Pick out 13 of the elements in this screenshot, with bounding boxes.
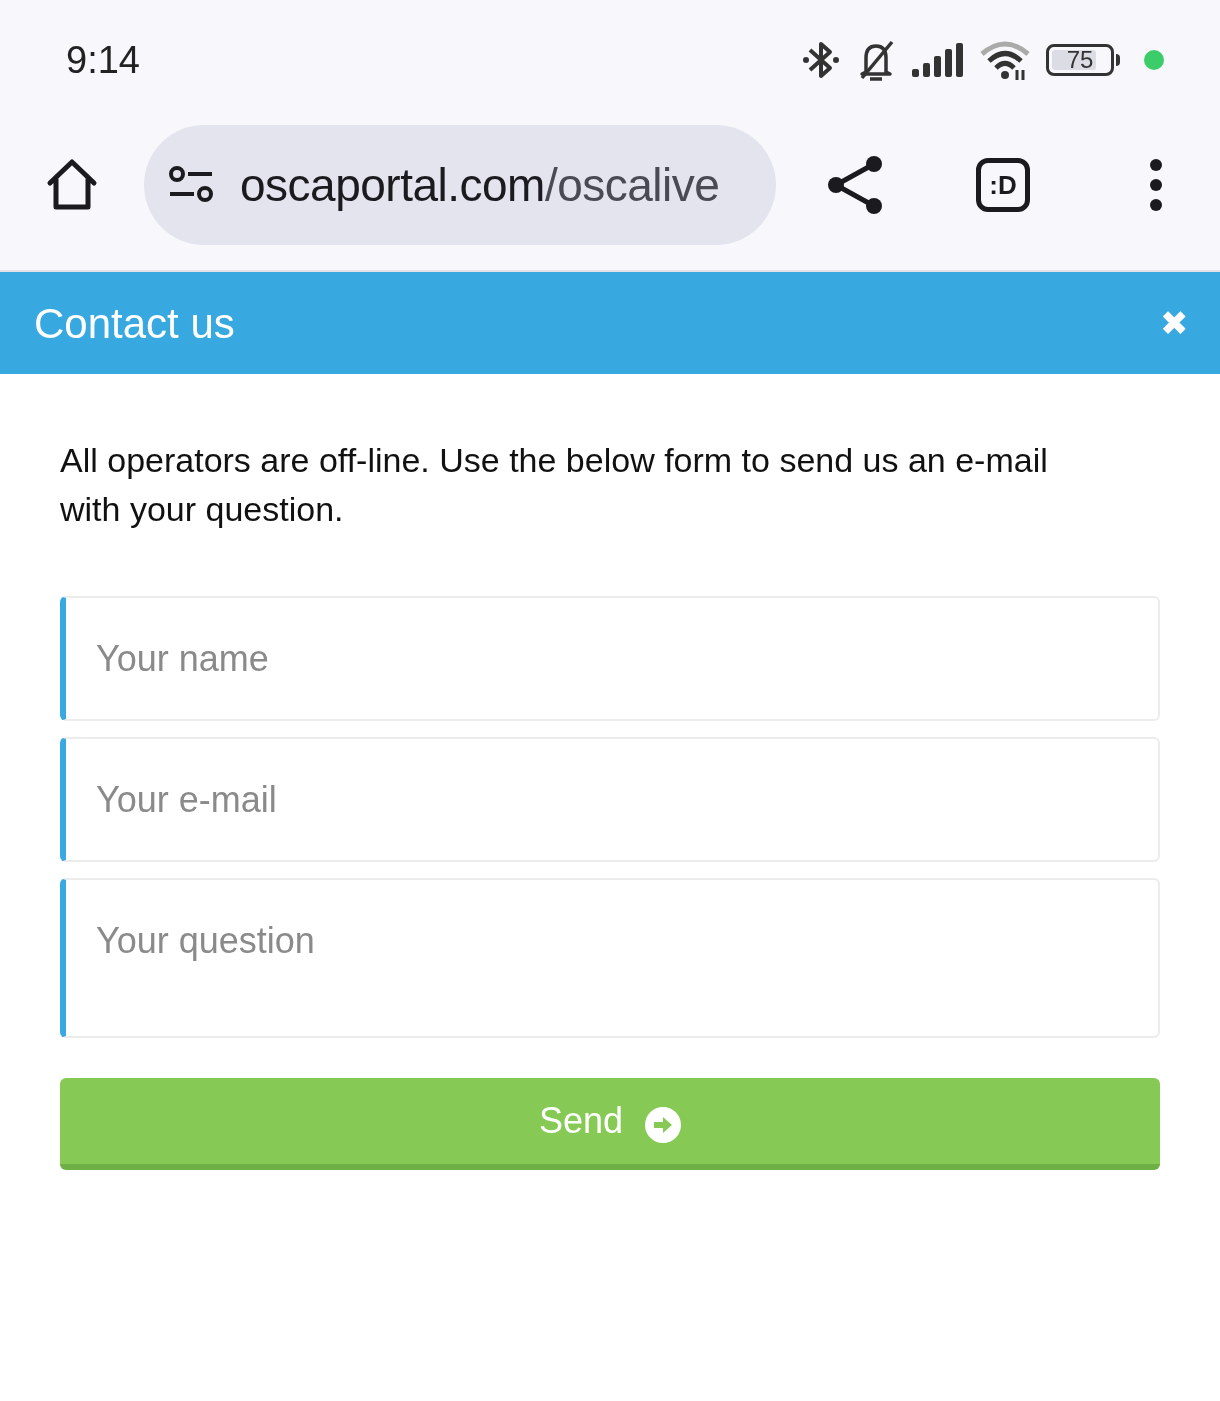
tab-switcher-button[interactable]: :D: [976, 158, 1030, 212]
site-settings-icon[interactable]: [168, 165, 214, 205]
input-field[interactable]: Your name: [60, 596, 1160, 721]
offline-message: All operators are off-line. Use the below form to send us an e-mail with your question.: [60, 440, 1049, 530]
input-field[interactable]: Your e-mail: [60, 737, 1160, 862]
status-time: 9:14: [66, 37, 140, 83]
url-bar[interactable]: oscaportal.com/oscalive: [144, 125, 776, 245]
signal-icon: [912, 43, 964, 77]
dialog-title: Contact us: [34, 298, 235, 349]
url-text: oscaportal.com/oscalive: [240, 157, 720, 213]
arrow-circle-icon: [645, 1107, 682, 1143]
question-field[interactable]: Your question: [60, 878, 1160, 1038]
wifi-icon: [980, 40, 1030, 80]
